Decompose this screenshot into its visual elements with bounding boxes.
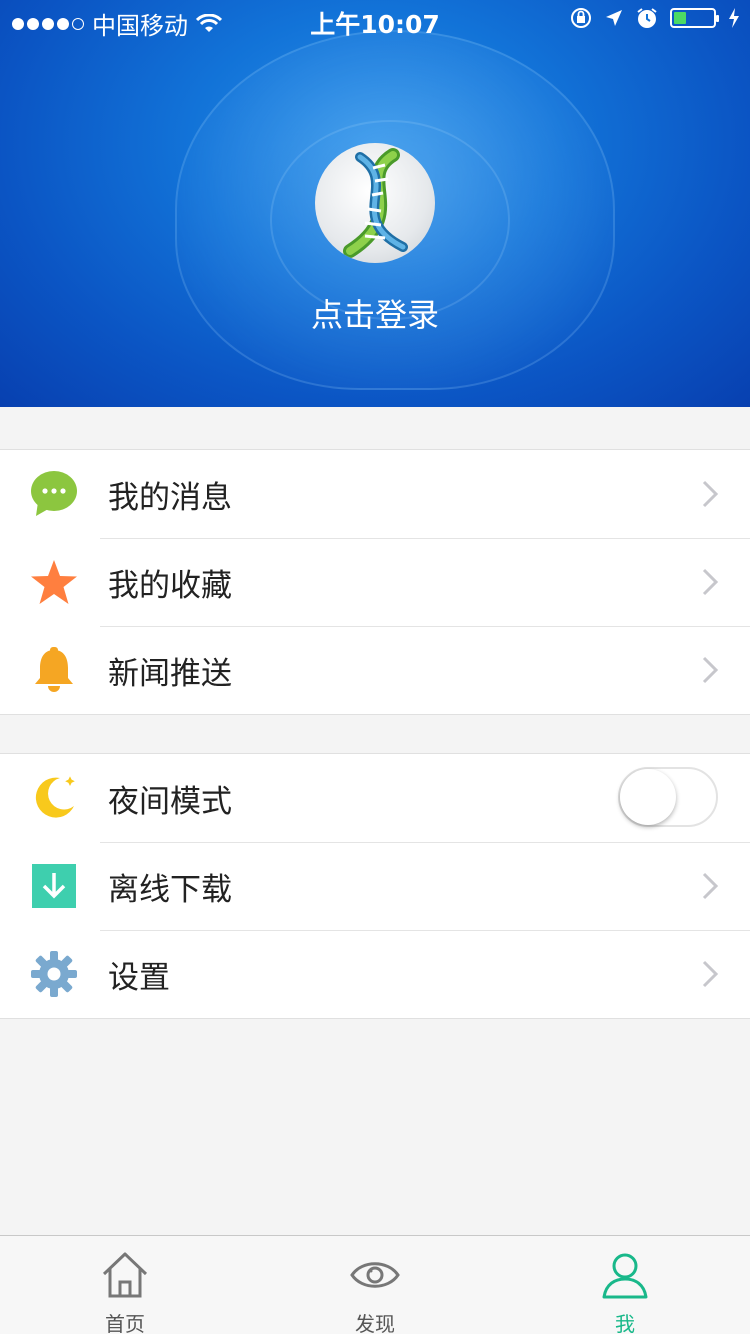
rotation-lock-icon	[571, 8, 591, 28]
chevron-right-icon	[702, 960, 719, 988]
dna-icon	[343, 148, 408, 258]
tab-discover[interactable]: 发现	[250, 1236, 500, 1334]
avatar[interactable]	[315, 143, 435, 263]
tab-label: 发现	[355, 1312, 395, 1334]
menu-item-label: 我的收藏	[108, 567, 232, 604]
star-icon	[30, 558, 78, 606]
chevron-right-icon	[702, 872, 719, 900]
tab-home[interactable]: 首页	[0, 1236, 250, 1334]
bell-icon	[30, 646, 78, 694]
chevron-right-icon	[702, 568, 719, 596]
menu-group-personal: 我的消息 我的收藏 新闻推送	[0, 449, 750, 715]
battery-icon	[670, 8, 719, 28]
menu-item-label: 夜间模式	[108, 783, 232, 820]
tab-me[interactable]: 我	[500, 1236, 750, 1334]
charging-icon	[729, 8, 739, 28]
chevron-right-icon	[702, 480, 719, 508]
tab-label: 我	[615, 1312, 635, 1334]
menu-item-night-mode: 夜间模式	[0, 754, 750, 842]
status-bar: 中国移动 上午10:07	[0, 0, 750, 40]
menu-item-label: 我的消息	[108, 479, 232, 516]
menu-item-messages[interactable]: 我的消息	[0, 450, 750, 538]
alarm-icon	[637, 8, 657, 28]
menu-group-app: 夜间模式 离线下载 设置	[0, 753, 750, 1019]
toggle-knob	[620, 769, 676, 825]
tab-bar: 首页 发现 我	[0, 1235, 750, 1334]
moon-icon	[30, 774, 78, 822]
menu-item-label: 离线下载	[108, 871, 232, 908]
message-bubble-icon	[30, 470, 78, 518]
menu-item-settings[interactable]: 设置	[0, 930, 750, 1018]
home-icon	[102, 1252, 148, 1298]
menu-item-label: 新闻推送	[108, 655, 232, 692]
tab-label: 首页	[105, 1312, 145, 1334]
download-icon	[30, 862, 78, 910]
status-right	[570, 7, 740, 29]
login-link[interactable]: 点击登录	[0, 290, 750, 336]
menu-item-offline-download[interactable]: 离线下载	[0, 842, 750, 930]
gear-icon	[30, 950, 78, 998]
menu-item-favorites[interactable]: 我的收藏	[0, 538, 750, 626]
location-icon	[606, 10, 622, 26]
chevron-right-icon	[702, 656, 719, 684]
menu-item-news-push[interactable]: 新闻推送	[0, 626, 750, 714]
menu-item-label: 设置	[108, 959, 170, 996]
profile-header: 中国移动 上午10:07 点击登录	[0, 0, 750, 407]
night-mode-toggle[interactable]	[618, 767, 718, 827]
person-icon	[602, 1253, 648, 1299]
eye-icon	[350, 1262, 400, 1288]
battery-level	[674, 12, 686, 24]
